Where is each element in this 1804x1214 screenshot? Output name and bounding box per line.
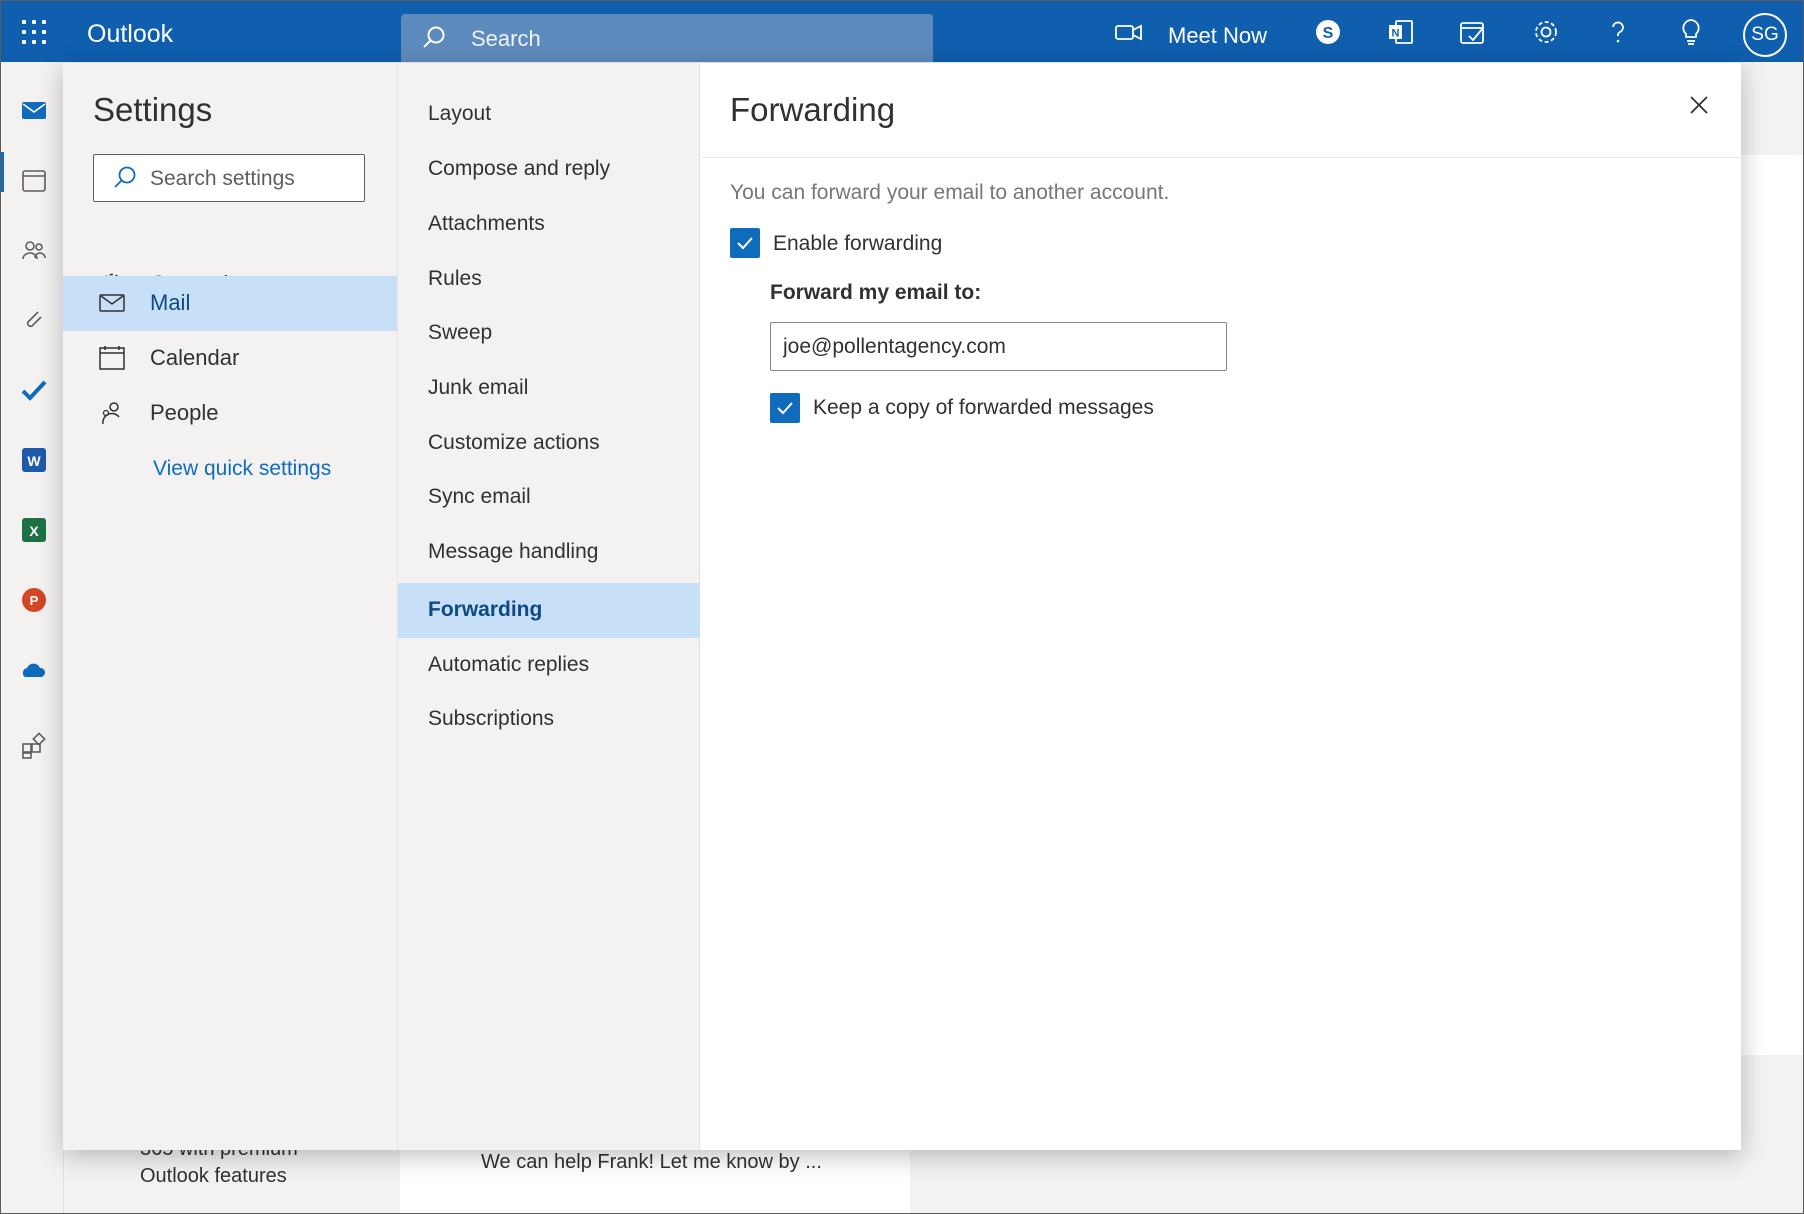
app-rail: W X P [0,62,64,1214]
subcategory-label: Forwarding [428,598,543,621]
view-quick-settings-link[interactable]: View quick settings [153,457,331,481]
search-box[interactable]: Search [401,14,933,62]
page-title: Forwarding [730,91,896,128]
checkmark-icon [737,237,753,250]
paperclip-icon[interactable] [20,306,48,334]
subcategory-subscriptions[interactable]: Subscriptions [398,692,700,747]
subcategory-label: Customize actions [428,431,600,454]
enable-forwarding-label[interactable]: Enable forwarding [773,232,942,256]
category-calendar[interactable]: Calendar [63,331,397,386]
video-camera-icon[interactable] [1114,17,1144,47]
subcategory-label: Junk email [428,376,529,399]
meet-now-button[interactable]: Meet Now [1168,23,1267,49]
svg-text:P: P [30,593,39,608]
subcategory-label: Attachments [428,212,545,235]
subcategory-attachments[interactable]: Attachments [398,197,700,252]
search-icon [423,26,445,48]
enable-forwarding-checkbox[interactable] [730,228,760,258]
rail-selection-indicator [0,152,4,192]
subcategory-label: Subscriptions [428,707,555,730]
forwarding-description: You can forward your email to another ac… [730,181,1170,204]
subcategory-customize-actions[interactable]: Customize actions [398,416,700,471]
settings-dialog: Settings Search settings General Mail Ca… [63,63,1741,1150]
subcategory-sweep[interactable]: Sweep [398,306,700,361]
subcategory-forwarding[interactable]: Forwarding [398,583,700,638]
search-placeholder: Search [471,26,541,51]
subcategory-automatic-replies[interactable]: Automatic replies [398,638,700,693]
settings-search-placeholder: Search settings [150,167,295,190]
category-label: People [150,400,219,425]
subcategory-label: Rules [428,267,482,290]
top-header: Outlook Search Meet Now S N SG [0,0,1804,62]
subcategory-label: Compose and reply [428,157,611,180]
onedrive-icon[interactable] [20,656,48,684]
promo-line-2: Outlook features [140,1165,287,1187]
calendar-icon[interactable] [20,166,48,194]
powerpoint-icon[interactable]: P [20,586,48,614]
svg-text:X: X [29,523,39,539]
calendar-icon [99,346,125,370]
app-launcher-icon[interactable] [22,20,48,46]
subcategory-rules[interactable]: Rules [398,252,700,307]
settings-search-input[interactable]: Search settings [93,154,365,202]
help-icon[interactable] [1603,17,1633,47]
todo-icon[interactable] [20,376,48,404]
subcategory-sync-email[interactable]: Sync email [398,470,700,525]
people-icon[interactable] [20,236,48,264]
subcategory-label: Sweep [428,321,493,344]
gear-icon[interactable] [1531,17,1561,47]
mail-icon[interactable] [20,96,48,124]
message-preview-text: We can help Frank! Let me know by ... [481,1151,822,1173]
svg-text:W: W [27,453,41,469]
subcategory-junk-email[interactable]: Junk email [398,361,700,416]
subcategory-label: Sync email [428,485,531,508]
header-divider [700,157,1741,158]
ad-strip [1740,155,1804,1055]
subcategory-compose-and-reply[interactable]: Compose and reply [398,142,700,197]
close-icon[interactable] [1681,87,1717,123]
my-day-icon[interactable] [1458,17,1488,47]
onenote-icon[interactable]: N [1386,17,1416,47]
settings-categories-panel: Settings Search settings General Mail Ca… [63,63,397,1150]
settings-title: Settings [93,91,213,128]
svg-text:S: S [1323,25,1334,42]
keep-copy-checkbox[interactable] [770,393,800,423]
skype-icon[interactable]: S [1313,17,1343,47]
word-icon[interactable]: W [20,446,48,474]
app-name[interactable]: Outlook [87,20,173,49]
svg-text:N: N [1392,28,1400,40]
avatar[interactable]: SG [1743,13,1787,57]
checkmark-icon [777,402,793,415]
excel-icon[interactable]: X [20,516,48,544]
mail-subcategories-panel: Layout Compose and reply Attachments Rul… [397,63,700,1150]
category-label: Calendar [150,345,240,370]
subcategory-layout[interactable]: Layout [398,87,700,142]
category-label: Mail [150,290,191,315]
category-people[interactable]: People [63,386,397,441]
subcategory-label: Message handling [428,540,599,563]
forward-email-field[interactable] [770,322,1227,371]
people-icon [102,402,120,425]
mail-icon [99,294,125,312]
forward-to-label: Forward my email to: [770,281,982,304]
subcategory-message-handling[interactable]: Message handling [398,525,700,580]
lightbulb-icon[interactable] [1676,17,1706,47]
category-mail[interactable]: Mail [63,276,397,331]
subcategory-label: Layout [428,102,492,125]
forwarding-pane: Forwarding You can forward your email to… [700,63,1741,1150]
apps-icon[interactable] [20,732,48,760]
subcategory-label: Automatic replies [428,653,590,676]
search-icon [114,166,136,188]
keep-copy-label[interactable]: Keep a copy of forwarded messages [813,396,1154,420]
